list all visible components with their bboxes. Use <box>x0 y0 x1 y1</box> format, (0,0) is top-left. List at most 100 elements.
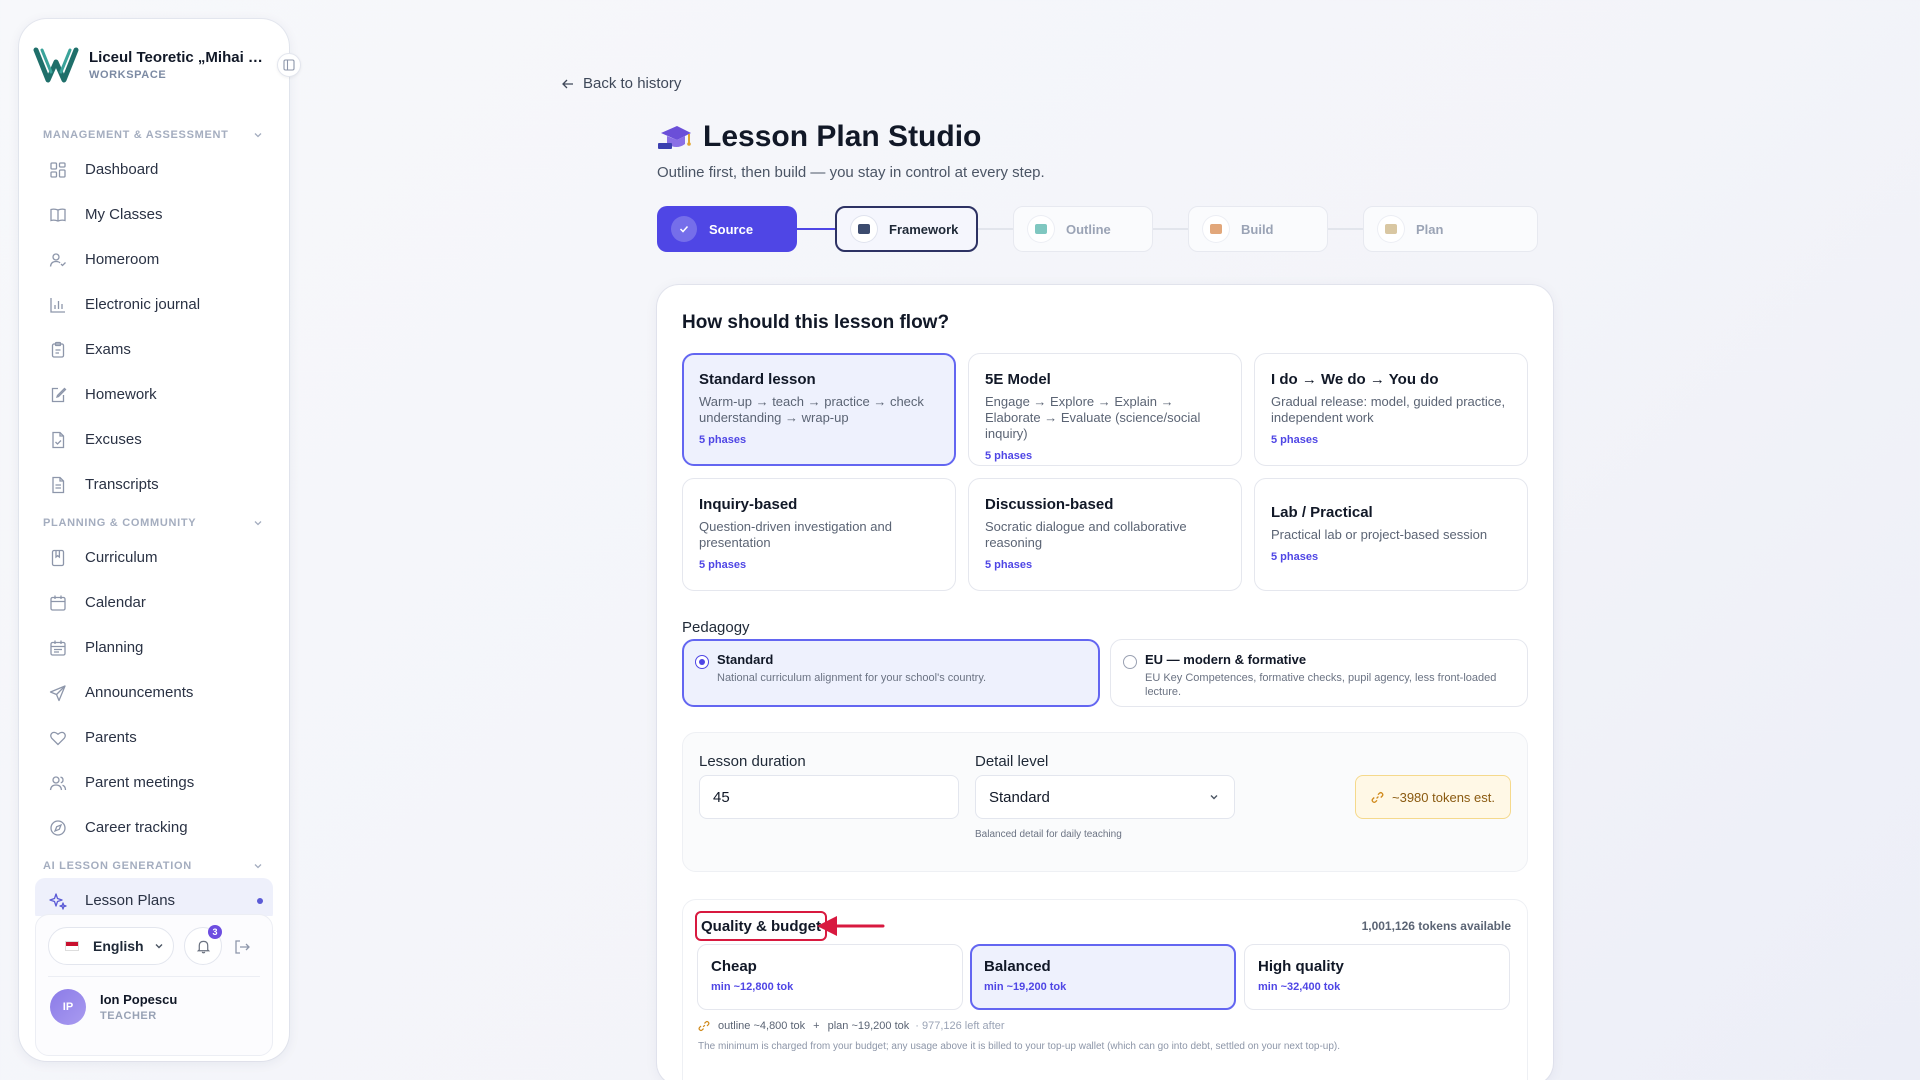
chevron-down-icon <box>254 864 262 869</box>
sidebar-item-announcements[interactable]: Announcements <box>19 670 289 715</box>
nav-section-planning[interactable]: PLANNING & COMMUNITY <box>19 511 289 535</box>
sidebar-item-planning[interactable]: Planning <box>19 625 289 670</box>
framework-discussion-based[interactable]: Discussion-based Socratic dialogue and c… <box>968 478 1242 591</box>
quality-budget-title: Quality & budget <box>695 911 827 941</box>
sidebar-footer: English 3 IP Ion Popescu TEACHER <box>35 914 273 1056</box>
tier-high-quality[interactable]: High quality min ~32,400 tok <box>1244 944 1510 1010</box>
framework-phases: 5 phases <box>1271 434 1319 446</box>
sidebar-item-label: Planning <box>85 639 144 656</box>
breakdown-plan: plan ~19,200 tok <box>827 1020 910 1032</box>
chevron-down-icon <box>254 521 262 526</box>
framework-title: Standard lesson <box>699 371 816 388</box>
grid-icon <box>50 161 66 178</box>
pedagogy-standard-option[interactable]: Standard National curriculum alignment f… <box>682 639 1100 707</box>
framework-5e-model[interactable]: 5E Model Engage → Explore → Explain → El… <box>968 353 1242 466</box>
step-source[interactable]: Source <box>657 206 797 252</box>
detail-level-help: Balanced detail for daily teaching <box>975 829 1122 840</box>
nav-section-title: MANAGEMENT & ASSESSMENT <box>43 129 229 141</box>
calendar-icon <box>50 595 66 611</box>
detail-level-select[interactable]: Standard <box>975 775 1235 819</box>
sidebar-item-label: Calendar <box>85 594 146 611</box>
collapse-sidebar-button[interactable] <box>277 53 301 77</box>
step-label: Plan <box>1416 221 1444 237</box>
detail-level-value: Standard <box>989 788 1050 806</box>
sidebar-item-label: Curriculum <box>85 549 158 566</box>
workspace-subtitle: WORKSPACE <box>89 69 167 81</box>
chevron-down-icon <box>254 133 262 138</box>
sidebar-item-lesson-plans[interactable]: Lesson Plans <box>35 878 273 916</box>
step-label: Outline <box>1066 221 1111 237</box>
pedagogy-label: Pedagogy <box>682 619 750 636</box>
sidebar-item-career-tracking[interactable]: Career tracking <box>19 805 289 850</box>
framework-description: Practical lab or project-based session <box>1271 527 1488 542</box>
step-connector <box>1153 228 1188 230</box>
page-subtitle: Outline first, then build — you stay in … <box>657 164 1045 181</box>
link-icon <box>1371 791 1384 803</box>
sidebar-item-label: Lesson Plans <box>85 892 176 909</box>
sidebar-item-homeroom[interactable]: Homeroom <box>19 237 289 282</box>
framework-phases: 5 phases <box>1271 551 1319 563</box>
logout-icon[interactable] <box>232 937 252 957</box>
sidebar-item-excuses[interactable]: Excuses <box>19 417 289 462</box>
chevron-down-icon <box>1210 795 1218 800</box>
tokens-estimate-badge: ~3980 tokens est. <box>1355 775 1511 819</box>
sidebar-item-electronic-journal[interactable]: Electronic journal <box>19 282 289 327</box>
framework-i-do-we-do-you-do[interactable]: I do → We do → You do Gradual release: m… <box>1254 353 1528 466</box>
link-icon <box>698 1020 710 1032</box>
sidebar-item-dashboard[interactable]: Dashboard <box>19 147 289 192</box>
tokens-available: 1,001,126 tokens available <box>1361 919 1511 933</box>
nav-section-ai-lesson-generation[interactable]: AI LESSON GENERATION <box>19 854 289 878</box>
sidebar-item-my-classes[interactable]: My Classes <box>19 192 289 237</box>
back-to-history-link[interactable]: Back to history <box>561 75 681 92</box>
sidebar-item-homework[interactable]: Homework <box>19 372 289 417</box>
user-profile[interactable]: IP Ion Popescu TEACHER <box>50 989 177 1025</box>
sidebar-item-exams[interactable]: Exams <box>19 327 289 372</box>
sidebar-item-parent-meetings[interactable]: Parent meetings <box>19 760 289 805</box>
sidebar-item-label: Excuses <box>85 431 142 448</box>
bell-icon <box>196 940 210 953</box>
school-logo-icon <box>33 47 79 83</box>
step-plan[interactable]: Plan <box>1363 206 1538 252</box>
notification-count-badge: 3 <box>208 925 222 939</box>
framework-inquiry-based[interactable]: Inquiry-based Question-driven investigat… <box>682 478 956 591</box>
sidebar-item-label: Homeroom <box>85 251 160 268</box>
sidebar-item-curriculum[interactable]: Curriculum <box>19 535 289 580</box>
step-label: Source <box>709 221 754 237</box>
check-icon <box>671 216 697 242</box>
tier-balanced[interactable]: Balanced min ~19,200 tok <box>970 944 1236 1010</box>
user-role: TEACHER <box>100 1010 157 1022</box>
step-build[interactable]: Build <box>1188 206 1328 252</box>
radio-unselected[interactable] <box>1123 655 1137 669</box>
notifications-button[interactable]: 3 <box>184 925 222 965</box>
quality-budget-panel: Quality & budget 1,001,126 tokens availa… <box>682 899 1528 1080</box>
tier-cheap[interactable]: Cheap min ~12,800 tok <box>697 944 963 1010</box>
radio-selected[interactable] <box>695 655 709 669</box>
pedagogy-eu-modern-option[interactable]: EU — modern & formative EU Key Competenc… <box>1110 639 1528 707</box>
page-title: Lesson Plan Studio <box>657 120 981 154</box>
sidebar-item-parents[interactable]: Parents <box>19 715 289 760</box>
framework-title: I do → We do → You do <box>1271 371 1439 388</box>
workspace-header[interactable]: Liceul Teoretic „Mihai Emi... WORKSPACE <box>33 37 283 93</box>
framework-standard-lesson[interactable]: Standard lesson Warm-up → teach → practi… <box>682 353 956 466</box>
edit-note-icon <box>51 387 67 402</box>
step-label: Build <box>1241 221 1274 237</box>
duration-input[interactable]: 45 <box>699 775 959 819</box>
tokens-estimate-text: ~3980 tokens est. <box>1392 789 1495 805</box>
framework-description: Gradual release: model, guided practice,… <box>1271 394 1506 425</box>
calendar-list-icon <box>50 640 66 656</box>
workspace-name: Liceul Teoretic „Mihai Emi... <box>89 49 269 66</box>
lesson-options-panel: Lesson duration 45 Detail level Standard… <box>682 732 1528 872</box>
framework-lab-practical[interactable]: Lab / Practical Practical lab or project… <box>1254 478 1528 591</box>
nav-section-management[interactable]: MANAGEMENT & ASSESSMENT <box>19 123 289 147</box>
users-icon <box>49 775 67 790</box>
sidebar-item-transcripts[interactable]: Transcripts <box>19 462 289 507</box>
framework-description: Warm-up → teach → practice → check under… <box>699 394 924 425</box>
step-framework[interactable]: Framework <box>835 206 978 252</box>
annotation-arrow-icon <box>817 916 885 936</box>
send-icon <box>49 684 66 701</box>
language-selector[interactable]: English <box>48 927 174 965</box>
heart-icon <box>50 731 66 745</box>
step-outline[interactable]: Outline <box>1013 206 1153 252</box>
sidebar-item-label: Exams <box>85 341 131 358</box>
sidebar-item-calendar[interactable]: Calendar <box>19 580 289 625</box>
